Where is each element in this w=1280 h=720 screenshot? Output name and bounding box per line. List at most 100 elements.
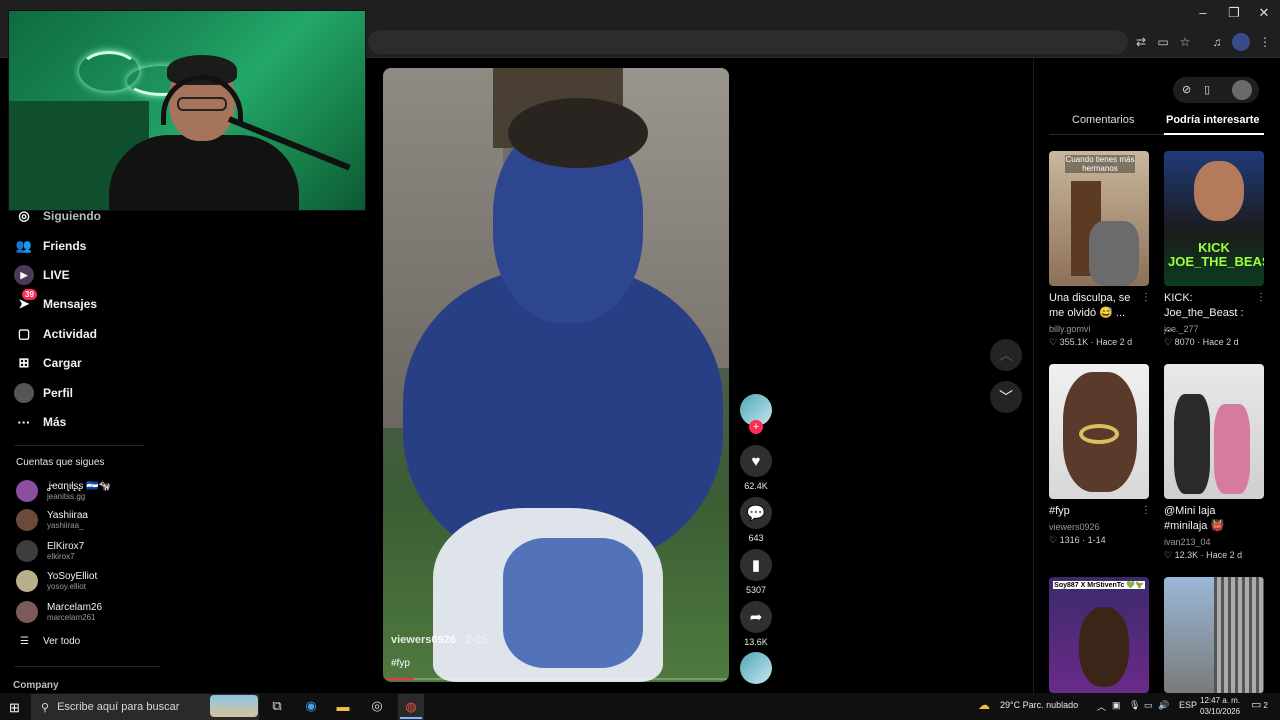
close-window-button[interactable]: ✕: [1249, 3, 1279, 23]
avatar: [16, 570, 38, 592]
previous-video-button[interactable]: ︿: [990, 339, 1022, 371]
video-thumbnail[interactable]: Cuando tienes más hermanos: [1049, 151, 1149, 286]
tab-comentarios[interactable]: Comentarios: [1072, 114, 1134, 126]
divider: [14, 666, 160, 667]
windows-start-icon[interactable]: ⊞: [9, 700, 20, 716]
more-options-icon[interactable]: ⋮: [1141, 292, 1151, 303]
search-placeholder: Escribe aquí para buscar: [57, 701, 180, 713]
video-player[interactable]: viewers0926 · 2-25 #fyp: [383, 68, 729, 682]
user-avatar[interactable]: [1232, 80, 1252, 100]
save-button[interactable]: ▮: [740, 549, 772, 581]
activity-icon: ▢: [17, 326, 31, 341]
post-time: 1-14: [1087, 535, 1106, 545]
divider: [14, 445, 144, 446]
profile-icon[interactable]: [1232, 33, 1250, 51]
install-icon[interactable]: ▭: [1154, 33, 1172, 51]
bookmark-icon: ▮: [751, 557, 761, 574]
account-handle: yosoy.elliot: [47, 581, 86, 591]
streamer-webcam-overlay: [8, 10, 366, 211]
translate-icon[interactable]: ⇄: [1132, 33, 1150, 51]
task-view-icon[interactable]: ⧉: [266, 696, 288, 716]
device-icon[interactable]: ▯: [1204, 83, 1210, 96]
sidebar-item-mensajes[interactable]: ➤ 39 Mensajes: [14, 289, 97, 316]
video-thumbnail[interactable]: [1049, 364, 1149, 499]
comment-button[interactable]: 💬: [740, 497, 772, 529]
language-indicator[interactable]: ESP: [1179, 700, 1197, 710]
edge-icon[interactable]: ◉: [300, 696, 322, 716]
music-disc[interactable]: [740, 652, 772, 684]
like-button[interactable]: ♥: [740, 445, 772, 477]
video-progress-track[interactable]: [387, 678, 727, 680]
next-video-button[interactable]: ﹀: [990, 381, 1022, 413]
more-options-icon[interactable]: ⋮: [1141, 505, 1151, 516]
clock[interactable]: 12:47 a. m. 03/10/2026: [1200, 695, 1240, 717]
post-time: Hace 2 d: [1206, 550, 1243, 560]
video-thumbnail[interactable]: [1164, 577, 1264, 693]
sidebar-item-friends[interactable]: 👥 Friends: [14, 234, 86, 258]
share-button[interactable]: ➦: [740, 601, 772, 633]
notifications-icon[interactable]: ▭ 2: [1251, 698, 1268, 711]
minimize-button[interactable]: –: [1188, 3, 1218, 23]
following-account[interactable]: YoSoyElliot yosoy.elliot: [16, 568, 97, 594]
notification-count: 2: [1263, 701, 1268, 710]
sidebar-item-label: Cargar: [43, 356, 82, 370]
see-all-link[interactable]: ☰ Ver todo: [20, 636, 80, 647]
sidebar-item-cargar[interactable]: ⊞ Cargar: [14, 351, 82, 375]
thumbnail-overlay-text: KICK JOE_THE_BEAST: [1168, 240, 1264, 269]
following-account[interactable]: ʝҽαɳιƚʂʂ 🇸🇻🐄 jeanitss.gg: [16, 478, 111, 504]
sidebar-item-perfil[interactable]: Perfil: [14, 381, 73, 405]
address-bar[interactable]: [368, 30, 1128, 54]
heart-outline-icon: ♡: [1164, 337, 1175, 347]
star-icon[interactable]: ☆: [1176, 33, 1194, 51]
tab-podria-interesarte[interactable]: Podría interesarte: [1166, 114, 1260, 126]
video-meta: ♡ 8070 · Hace 2 d: [1164, 337, 1239, 347]
tray-app-icon[interactable]: ▣: [1112, 700, 1121, 711]
follow-plus-icon[interactable]: +: [749, 420, 763, 434]
following-account[interactable]: Marcelam26 marcelam261: [16, 599, 102, 625]
clock-time: 12:47 a. m.: [1200, 696, 1241, 705]
post-time: Hace 2 d: [1096, 337, 1133, 347]
sidebar-item-label: Perfil: [43, 386, 74, 400]
menu-icon[interactable]: ⋮: [1256, 33, 1274, 51]
video-caption[interactable]: #fyp: [391, 658, 410, 669]
sidebar-item-live[interactable]: ▶ LIVE: [14, 263, 70, 287]
microphone-icon[interactable]: 🎙: [1129, 700, 1140, 711]
video-thumbnail[interactable]: KICK JOE_THE_BEAST: [1164, 151, 1264, 286]
more-options-icon[interactable]: ⋮: [1256, 292, 1266, 303]
file-explorer-icon[interactable]: ▬: [332, 696, 354, 716]
avatar: [16, 480, 38, 502]
video-author[interactable]: viewers0926 · 2-25: [391, 634, 488, 646]
footer-company-link[interactable]: Company: [13, 680, 59, 691]
sidebar-item-mas[interactable]: ··· Más: [14, 410, 67, 434]
sidebar-item-label: Siguiendo: [43, 209, 101, 223]
comment-icon: 💬: [746, 505, 766, 522]
video-title[interactable]: #fyp: [1049, 504, 1135, 519]
like-count: 355.1K: [1059, 337, 1089, 347]
video-user[interactable]: viewers0926: [1049, 522, 1100, 532]
compass-icon[interactable]: ⊘: [1182, 83, 1191, 96]
list-icon: ☰: [20, 636, 29, 647]
sidebar-item-actividad[interactable]: ▢ Actividad: [14, 322, 97, 346]
maximize-button[interactable]: ❐: [1219, 3, 1249, 23]
heart-icon: ♥: [751, 452, 761, 470]
video-user[interactable]: joe._277: [1164, 324, 1199, 334]
video-thumbnail[interactable]: Soy887 X MrStivenTc 💚🦖: [1049, 577, 1149, 693]
video-meta: ♡ 355.1K · Hace 2 d: [1049, 337, 1133, 347]
obs-icon[interactable]: ◎: [366, 696, 388, 716]
network-icon[interactable]: ▭: [1144, 700, 1153, 711]
following-account[interactable]: ElKirox7 elkirox7: [16, 538, 84, 564]
media-icon[interactable]: ♫: [1208, 33, 1226, 51]
weather-icon[interactable]: ☁: [978, 698, 990, 712]
video-thumbnail[interactable]: [1164, 364, 1264, 499]
video-title[interactable]: Una disculpa, se me olvidó 😅 ...: [1049, 291, 1135, 321]
like-count: 1316: [1059, 535, 1080, 545]
volume-icon[interactable]: 🔊: [1158, 700, 1169, 711]
following-account[interactable]: Yashiiraa yashiiraa_: [16, 507, 88, 533]
tray-chevron-icon[interactable]: ︿: [1097, 700, 1106, 713]
video-meta: ♡ 12.3K · Hace 2 d: [1164, 550, 1243, 560]
video-user[interactable]: billy.gomvi: [1049, 324, 1090, 334]
video-title[interactable]: @Mini laja #minilaja 👹: [1164, 504, 1250, 534]
weather-text[interactable]: 29°C Parc. nublado: [1000, 700, 1078, 710]
video-user[interactable]: ivan213_04: [1164, 537, 1211, 547]
active-app-indicator: [400, 717, 422, 719]
